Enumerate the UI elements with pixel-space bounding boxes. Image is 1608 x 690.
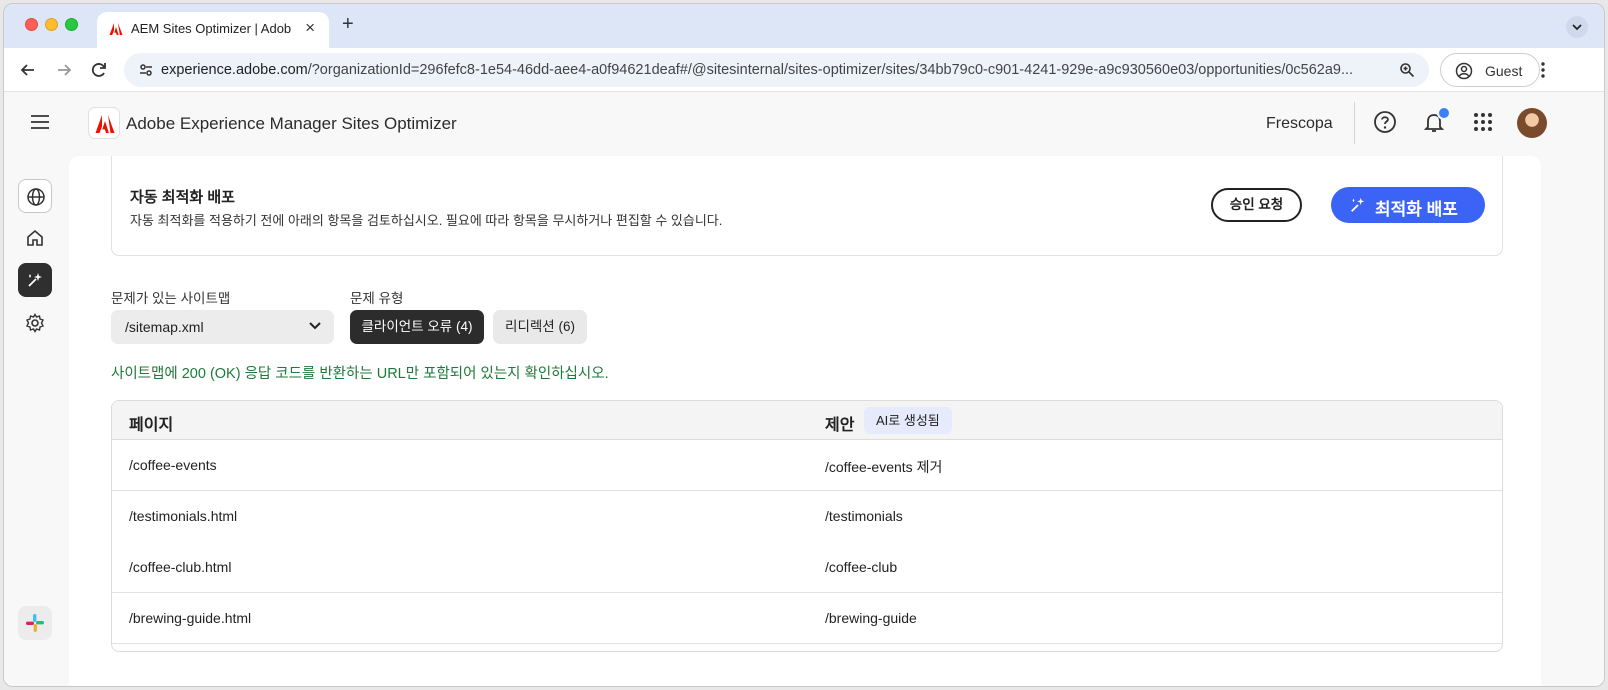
- row-suggestion: /testimonials: [825, 508, 903, 524]
- redirect-filter-chip[interactable]: 리디렉션 (6): [493, 310, 587, 344]
- forward-icon[interactable]: [54, 60, 74, 80]
- rail-settings-button[interactable]: [18, 306, 52, 340]
- profile-icon: [1455, 62, 1473, 80]
- minimize-window-button[interactable]: [45, 18, 58, 31]
- new-tab-icon[interactable]: +: [342, 13, 354, 36]
- browser-menu-icon[interactable]: [1539, 60, 1547, 80]
- help-icon[interactable]: [1373, 110, 1397, 134]
- deploy-button-label: 최적화 배포: [1375, 200, 1458, 219]
- profile-label: Guest: [1485, 63, 1523, 79]
- rail-sites-button[interactable]: [18, 179, 52, 213]
- browser-window: AEM Sites Optimizer | Adobe × + experien…: [3, 3, 1605, 687]
- user-avatar[interactable]: [1517, 108, 1547, 138]
- issue-type-label: 문제 유형: [350, 291, 404, 306]
- sitemap-hint: 사이트맵에 200 (OK) 응답 코드를 반환하는 URL만 포함되어 있는지…: [111, 366, 609, 382]
- chevron-down-icon: [309, 322, 321, 330]
- gear-icon: [26, 313, 44, 333]
- address-bar[interactable]: experience.adobe.com/?organizationId=296…: [124, 53, 1429, 87]
- maximize-window-button[interactable]: [65, 18, 78, 31]
- main-panel: 자동 최적화 배포 자동 최적화를 적용하기 전에 아래의 항목을 검토하십시오…: [69, 156, 1541, 686]
- hamburger-menu-icon[interactable]: [30, 114, 50, 130]
- magic-wand-icon: [28, 273, 42, 287]
- adobe-logo-icon: [95, 115, 115, 133]
- app-header: Adobe Experience Manager Sites Optimizer…: [4, 92, 1604, 154]
- deploy-optimization-button[interactable]: 최적화 배포: [1331, 187, 1485, 223]
- row-page: /coffee-club.html: [129, 559, 232, 575]
- tab-search-button[interactable]: [1566, 16, 1588, 38]
- tab-close-icon[interactable]: ×: [305, 18, 315, 38]
- adobe-logo[interactable]: [88, 107, 120, 139]
- app-container: Adobe Experience Manager Sites Optimizer…: [4, 92, 1604, 686]
- row-suggestion: /brewing-guide: [825, 610, 917, 626]
- apps-grid-icon[interactable]: [1471, 110, 1495, 134]
- table-header: 페이지 제안 AI로 생성됨: [112, 401, 1502, 440]
- slack-icon: [26, 614, 44, 632]
- chevron-down-icon: [1572, 24, 1582, 31]
- rail-home-button[interactable]: [18, 221, 52, 255]
- deploy-optimization-panel: 자동 최적화 배포 자동 최적화를 적용하기 전에 아래의 항목을 검토하십시오…: [111, 156, 1503, 256]
- header-divider: [1354, 102, 1355, 144]
- column-header-suggestion: 제안: [825, 417, 855, 434]
- close-window-button[interactable]: [25, 18, 38, 31]
- deploy-description: 자동 최적화를 적용하기 전에 아래의 항목을 검토하십시오. 필요에 따라 항…: [130, 213, 723, 228]
- deploy-title: 자동 최적화 배포: [130, 189, 235, 206]
- request-approval-button[interactable]: 승인 요청: [1211, 188, 1302, 222]
- row-suggestion: /coffee-club: [825, 559, 898, 575]
- url-host: experience.adobe.com: [161, 62, 308, 78]
- table-row[interactable]: /brewing-guide.html /brewing-guide: [112, 593, 1502, 644]
- table-row[interactable]: /testimonials.html /testimonials: [112, 491, 1502, 542]
- globe-icon: [27, 188, 45, 206]
- client-error-filter-chip[interactable]: 클라이언트 오류 (4): [350, 310, 484, 344]
- sitemap-select-value: /sitemap.xml: [125, 319, 204, 335]
- tab-title: AEM Sites Optimizer | Adobe: [131, 21, 291, 36]
- url-path: /?organizationId=296fefc8-1e54-46dd-aee4…: [307, 62, 1354, 78]
- browser-tab[interactable]: AEM Sites Optimizer | Adobe ×: [97, 12, 329, 48]
- reload-icon[interactable]: [89, 60, 109, 80]
- zoom-icon[interactable]: [1399, 62, 1415, 78]
- table-row[interactable]: /coffee-club.html /coffee-club: [112, 542, 1502, 593]
- row-page: /coffee-events: [129, 457, 217, 473]
- adobe-favicon-icon: [109, 23, 123, 35]
- rail-slack-button[interactable]: [18, 606, 52, 640]
- browser-toolbar: experience.adobe.com/?organizationId=296…: [4, 48, 1604, 92]
- ai-generated-badge: AI로 생성됨: [864, 407, 952, 434]
- org-switcher[interactable]: Frescopa: [1266, 115, 1333, 133]
- issues-table: 페이지 제안 AI로 생성됨 /coffee-events /coffee-ev…: [111, 400, 1503, 652]
- back-icon[interactable]: [18, 60, 38, 80]
- sitemap-filter-label: 문제가 있는 사이트맵: [111, 291, 231, 306]
- table-row[interactable]: /coffee-events /coffee-events 제거: [112, 440, 1502, 491]
- site-info-icon[interactable]: [138, 62, 154, 78]
- profile-button[interactable]: Guest: [1440, 53, 1540, 87]
- row-page: /brewing-guide.html: [129, 610, 252, 626]
- tab-strip: AEM Sites Optimizer | Adobe × +: [4, 4, 1604, 48]
- url-text: experience.adobe.com/?organizationId=296…: [161, 62, 1353, 78]
- row-suggestion: /coffee-events 제거: [825, 459, 943, 475]
- notification-badge: [1437, 106, 1451, 120]
- row-page: /testimonials.html: [129, 508, 238, 524]
- app-title: Adobe Experience Manager Sites Optimizer: [126, 114, 457, 133]
- magic-wand-icon: [1351, 197, 1365, 212]
- rail-opportunities-button[interactable]: [18, 263, 52, 297]
- sitemap-select[interactable]: /sitemap.xml: [111, 310, 334, 344]
- home-icon: [27, 229, 43, 246]
- column-header-page: 페이지: [129, 417, 174, 434]
